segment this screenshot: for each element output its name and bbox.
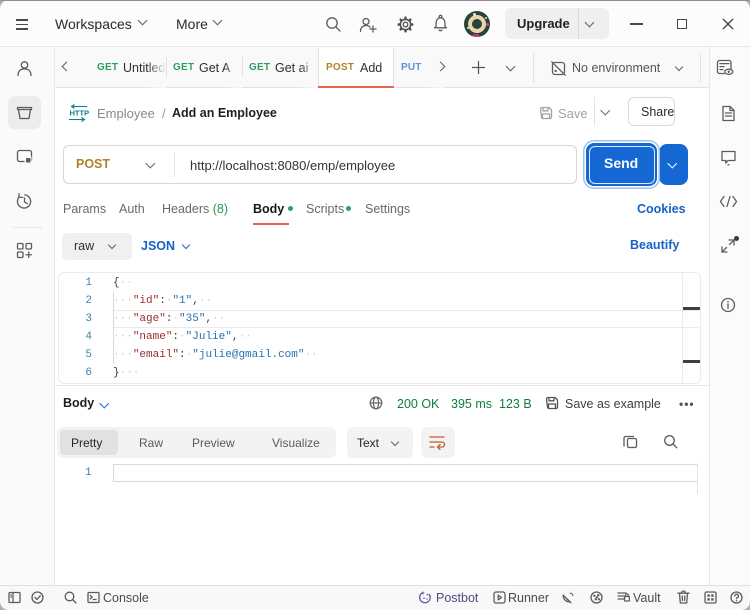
svg-text:HTTP: HTTP <box>70 109 90 118</box>
